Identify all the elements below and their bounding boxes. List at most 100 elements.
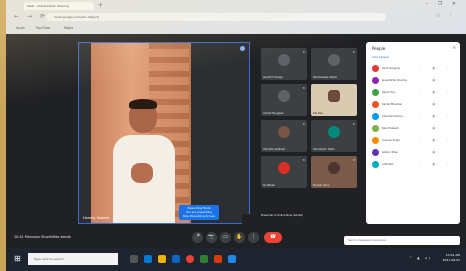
speaker-name: Hamdy Sadeek xyxy=(83,216,110,220)
participant-actions-icon[interactable]: ⋮ ● ⋮ xyxy=(418,138,454,142)
mic-off-icon: ✕ xyxy=(352,122,355,126)
participant-name: Jayeshbhai Sharma xyxy=(382,79,407,82)
participant-actions-icon[interactable]: ⋮ ● ⋮ xyxy=(418,78,454,82)
participant-row[interactable]: Chandan Kumar ⋮ ● ⋮ xyxy=(370,112,456,122)
word-icon[interactable] xyxy=(228,255,236,263)
avatar xyxy=(372,77,379,84)
speaker-hair xyxy=(129,99,157,109)
nav-buttons[interactable]: ← → ⟳ xyxy=(14,13,48,20)
mic-off-icon: ✕ xyxy=(352,86,355,90)
participant-name: Sarah Puri xyxy=(382,91,396,94)
chrome-icon[interactable] xyxy=(186,255,194,263)
powerpoint-icon[interactable] xyxy=(214,255,222,263)
participant-tile[interactable]: ✕ Manish Saini xyxy=(311,156,357,188)
speaker-hands xyxy=(131,163,153,183)
participant-tile[interactable]: ✕ DJ Aftaab xyxy=(261,156,307,188)
participant-tile[interactable]: ✕ Ashish Naughan xyxy=(261,84,307,116)
mic-icon[interactable]: 🎤 xyxy=(192,232,203,243)
participant-actions-icon[interactable]: ⋮ ● ⋮ xyxy=(418,114,454,118)
close-icon[interactable]: ✕ xyxy=(453,45,456,50)
file-explorer-icon[interactable] xyxy=(158,255,166,263)
participant-tile[interactable]: ✕ Sarvadami Daha xyxy=(311,120,357,152)
end-call-button[interactable]: ☎ xyxy=(264,232,282,243)
participant-row[interactable]: Kamal Bhushan ⋮ ● ⋮ xyxy=(370,100,456,110)
clock-date: 2021-08-01 xyxy=(442,258,460,262)
pin-icon[interactable] xyxy=(240,46,245,51)
participant-row[interactable]: Jayeshbhai Sharma ⋮ ● ⋮ xyxy=(370,76,456,86)
presenter-label: Presenter is Online Now (Adobe) xyxy=(242,214,322,224)
participant-row[interactable]: Ananya Singh ⋮ ● ⋮ xyxy=(370,136,456,146)
mic-off-icon: ✕ xyxy=(352,50,355,54)
speaker-tile[interactable]: Hamdy Sadeek Presenting Mode You are pre… xyxy=(78,42,250,224)
tile-name: Handkie Sadhedi xyxy=(263,148,285,151)
address-text: meet.google.com/abc-defg-hij xyxy=(54,15,100,19)
avatar xyxy=(372,101,379,108)
participant-row[interactable]: Sunil Ganguly ⋮ ● ⋮ xyxy=(370,64,456,74)
tile-name: Jarehmil Ahaga xyxy=(263,76,283,79)
participant-row[interactable]: Aditi Rao ⋮ ● ⋮ xyxy=(370,160,456,170)
avatar xyxy=(372,89,379,96)
bookmark-youtube[interactable]: YouTube xyxy=(36,26,50,30)
avatar xyxy=(372,113,379,120)
more-options-icon[interactable]: ⋮ xyxy=(248,232,259,243)
bookmark-apps[interactable]: Apps xyxy=(16,26,25,30)
edge-icon[interactable] xyxy=(144,255,152,263)
address-row: ← → ⟳ meet.google.com/abc-defg-hij ☆ ⋮ xyxy=(6,11,466,23)
store-icon[interactable] xyxy=(172,255,180,263)
avatar xyxy=(372,149,379,156)
avatar xyxy=(278,162,290,174)
browser-tab[interactable]: Meet - Presentation Sharing xyxy=(24,2,94,10)
meeting-info: 10:41 Monsoon Shorthfiles abcde xyxy=(14,235,71,239)
system-tray[interactable]: ^ ▲ ◂) xyxy=(409,256,432,260)
mic-off-icon: ✕ xyxy=(352,158,355,162)
participant-actions-icon[interactable]: ⋮ ● ⋮ xyxy=(418,150,454,154)
avatar xyxy=(372,137,379,144)
participant-actions-icon[interactable]: ⋮ ● ⋮ xyxy=(418,102,454,106)
camera-icon[interactable]: 📷 xyxy=(206,232,217,243)
participant-actions-icon[interactable]: ⋮ ● ⋮ xyxy=(418,126,454,130)
taskbar-search[interactable]: Type here to search xyxy=(28,253,118,265)
avatar xyxy=(278,90,290,102)
taskbar-clock[interactable]: 10:41 AM 2021-08-01 xyxy=(443,253,460,263)
bookmark-maps[interactable]: Maps xyxy=(64,26,73,30)
mic-off-icon: ✕ xyxy=(302,50,305,54)
participant-name: Gafoor Khan xyxy=(382,151,399,154)
extension-icons[interactable]: ☆ ⋮ xyxy=(436,13,456,19)
participant-tile[interactable]: ✕ Jarehmil Ahaga xyxy=(261,48,307,80)
task-view-icon[interactable] xyxy=(130,255,138,263)
presenting-banner[interactable]: Presenting Mode You are presenting Stop … xyxy=(179,205,219,220)
participant-name: Ravi Prakash xyxy=(382,127,399,130)
avatar xyxy=(278,126,290,138)
add-people-button[interactable]: Add people xyxy=(372,55,389,59)
bookmarks-bar: Apps YouTube Maps xyxy=(6,24,466,33)
chat-input[interactable]: Send a message to everyone xyxy=(344,236,460,245)
present-icon[interactable]: ▭ xyxy=(220,232,231,243)
participant-tile[interactable]: ✕ Shamsdeep Kalam xyxy=(311,48,357,80)
new-tab-icon[interactable]: + xyxy=(98,2,103,9)
windows-start-icon[interactable]: ⊞ xyxy=(14,254,21,263)
raise-hand-icon[interactable]: ✋ xyxy=(234,232,245,243)
people-title: People xyxy=(372,46,386,51)
tile-name: Sarvadami Daha xyxy=(313,148,335,151)
tab-title: Meet - Presentation Sharing xyxy=(27,4,69,8)
stop-presenting-button[interactable]: Stop Presenting Screen xyxy=(179,214,219,218)
excel-icon[interactable] xyxy=(200,255,208,263)
tile-name: Shamsdeep Kalam xyxy=(313,76,338,79)
participant-row[interactable]: Ravi Prakash ⋮ ● ⋮ xyxy=(370,124,456,134)
participant-row[interactable]: Sarah Puri ⋮ ● ⋮ xyxy=(370,88,456,98)
avatar xyxy=(328,54,340,66)
avatar xyxy=(372,65,379,72)
participant-actions-icon[interactable]: ⋮ ● ⋮ xyxy=(418,90,454,94)
address-bar[interactable]: meet.google.com/abc-defg-hij xyxy=(46,13,386,21)
participant-tile[interactable]: ✕ Handkie Sadhedi xyxy=(261,120,307,152)
window-controls[interactable]: – ❐ ✕ xyxy=(426,1,460,7)
participant-actions-icon[interactable]: ⋮ ● ⋮ xyxy=(418,66,454,70)
participant-name: Ananya Singh xyxy=(382,139,400,142)
participant-name: Chandan Kumar xyxy=(382,115,403,118)
tile-name: Manish Saini xyxy=(313,184,330,187)
participant-name: Kamal Bhushan xyxy=(382,103,403,106)
tile-name: Ashish Naughan xyxy=(263,112,285,115)
participant-row[interactable]: Gafoor Khan ⋮ ● ⋮ xyxy=(370,148,456,158)
participant-tile[interactable]: ✕ Ria Rao xyxy=(311,84,357,116)
participant-actions-icon[interactable]: ⋮ ● ⋮ xyxy=(418,162,454,166)
